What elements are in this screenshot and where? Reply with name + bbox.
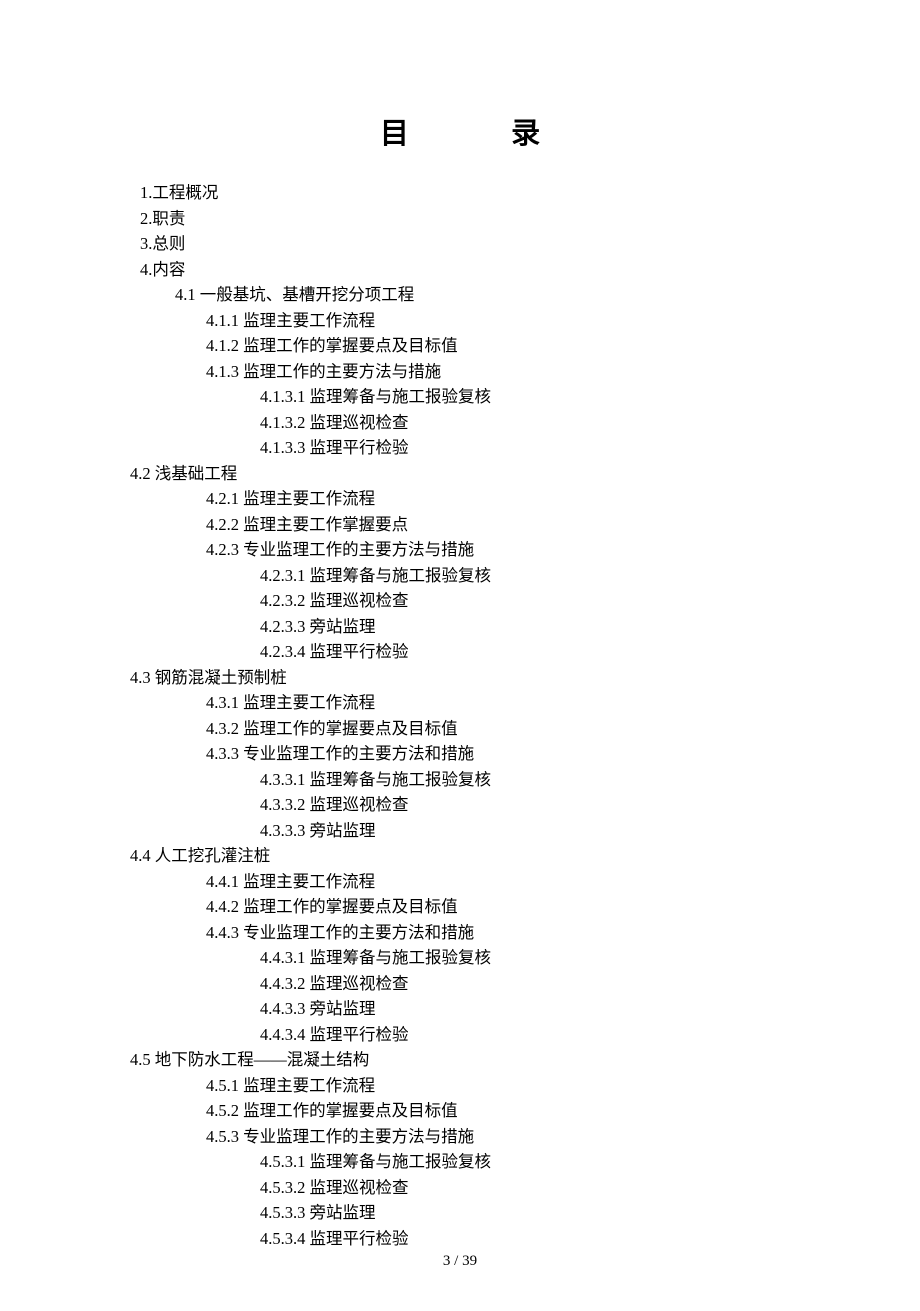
toc-entry: 4.3 钢筋混凝土预制桩 <box>130 665 780 691</box>
toc-entry: 4.4.3 专业监理工作的主要方法和措施 <box>206 920 780 946</box>
toc-entry: 4.5.1 监理主要工作流程 <box>206 1073 780 1099</box>
page-title: 目 录 <box>140 110 780 152</box>
toc-entry: 4.1.3 监理工作的主要方法与措施 <box>206 359 780 385</box>
toc-entry: 4.内容 <box>140 257 780 283</box>
toc-entry: 4.5.3 专业监理工作的主要方法与措施 <box>206 1124 780 1150</box>
title-char-1: 目 <box>380 110 409 152</box>
toc-entry: 4.3.1 监理主要工作流程 <box>206 690 780 716</box>
toc-entry: 3.总则 <box>140 231 780 257</box>
toc-entry: 4.1.3.3 监理平行检验 <box>260 435 780 461</box>
toc-entry: 2.职责 <box>140 206 780 232</box>
toc-entry: 4.1 一般基坑、基槽开挖分项工程 <box>175 282 780 308</box>
toc-entry: 4.4.3.1 监理筹备与施工报验复核 <box>260 945 780 971</box>
toc-entry: 4.5.3.2 监理巡视检查 <box>260 1175 780 1201</box>
toc-entry: 4.5 地下防水工程——混凝土结构 <box>130 1047 780 1073</box>
toc-entry: 4.2.3.2 监理巡视检查 <box>260 588 780 614</box>
toc-entry: 4.5.3.1 监理筹备与施工报验复核 <box>260 1149 780 1175</box>
toc-entry: 4.1.2 监理工作的掌握要点及目标值 <box>206 333 780 359</box>
toc-entry: 4.4.3.4 监理平行检验 <box>260 1022 780 1048</box>
toc-entry: 4.2.2 监理主要工作掌握要点 <box>206 512 780 538</box>
toc-entry: 4.1.1 监理主要工作流程 <box>206 308 780 334</box>
toc-entry: 4.4.2 监理工作的掌握要点及目标值 <box>206 894 780 920</box>
toc-entry: 4.1.3.1 监理筹备与施工报验复核 <box>260 384 780 410</box>
toc-entry: 4.2.3.1 监理筹备与施工报验复核 <box>260 563 780 589</box>
toc-entry: 4.4.3.2 监理巡视检查 <box>260 971 780 997</box>
toc-entry: 4.3.3.3 旁站监理 <box>260 818 780 844</box>
toc-entry: 4.3.3 专业监理工作的主要方法和措施 <box>206 741 780 767</box>
toc-entry: 4.4.1 监理主要工作流程 <box>206 869 780 895</box>
toc-entry: 4.3.3.2 监理巡视检查 <box>260 792 780 818</box>
toc-entry: 4.3.3.1 监理筹备与施工报验复核 <box>260 767 780 793</box>
toc-entry: 4.5.3.3 旁站监理 <box>260 1200 780 1226</box>
toc-entry: 4.3.2 监理工作的掌握要点及目标值 <box>206 716 780 742</box>
table-of-contents: 1.工程概况 2.职责 3.总则 4.内容 4.1 一般基坑、基槽开挖分项工程 … <box>140 180 780 1251</box>
toc-entry: 4.2 浅基础工程 <box>130 461 780 487</box>
page-number: 3 / 39 <box>0 1253 920 1270</box>
toc-entry: 4.2.3 专业监理工作的主要方法与措施 <box>206 537 780 563</box>
toc-entry: 4.1.3.2 监理巡视检查 <box>260 410 780 436</box>
toc-entry: 4.4 人工挖孔灌注桩 <box>130 843 780 869</box>
toc-entry: 4.5.3.4 监理平行检验 <box>260 1226 780 1252</box>
toc-entry: 4.2.1 监理主要工作流程 <box>206 486 780 512</box>
document-page: 目 录 1.工程概况 2.职责 3.总则 4.内容 4.1 一般基坑、基槽开挖分… <box>0 0 920 1311</box>
title-char-2: 录 <box>511 110 540 152</box>
toc-entry: 4.5.2 监理工作的掌握要点及目标值 <box>206 1098 780 1124</box>
toc-entry: 4.2.3.3 旁站监理 <box>260 614 780 640</box>
toc-entry: 4.4.3.3 旁站监理 <box>260 996 780 1022</box>
toc-entry: 4.2.3.4 监理平行检验 <box>260 639 780 665</box>
toc-entry: 1.工程概况 <box>140 180 780 206</box>
